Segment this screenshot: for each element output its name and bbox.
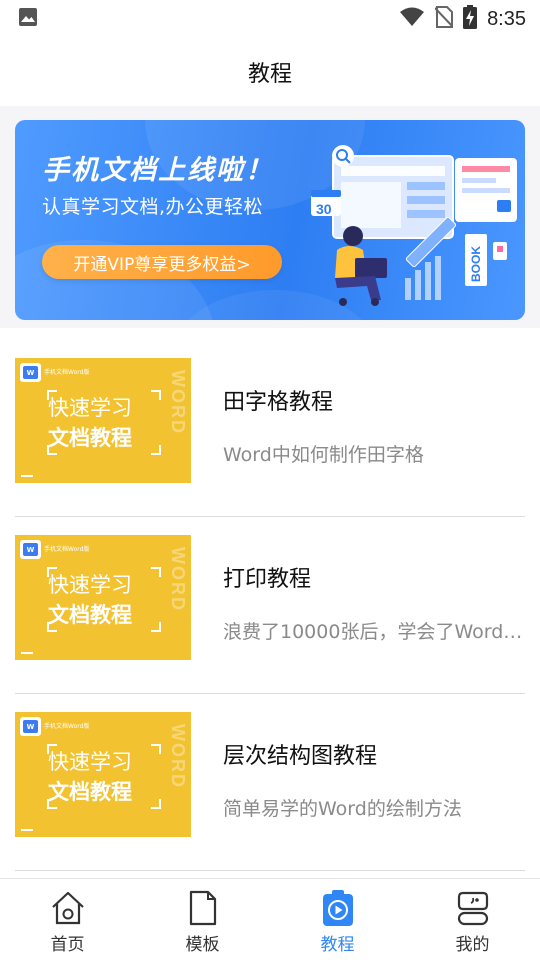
tutorial-thumbnail: W 手机文档Word版 WORD 快速学习 文档教程 <box>15 358 191 483</box>
page-header: 教程 <box>0 38 540 106</box>
word-logo-icon: W <box>20 363 41 382</box>
profile-icon <box>453 888 493 928</box>
thumbnail-line1: 快速学习 <box>48 396 132 420</box>
tutorial-item[interactable]: W 手机文档Word版 WORD 快速学习 文档教程 打印教程 浪费了10000… <box>15 517 525 694</box>
tutorial-title: 打印教程 <box>223 567 312 592</box>
tutorial-description: 简单易学的Word的绘制方法 <box>223 798 462 820</box>
nav-tutorials[interactable]: 教程 <box>270 879 405 960</box>
word-logo-icon: W <box>20 540 41 559</box>
document-icon <box>183 888 223 928</box>
thumbnail-brand: 手机文档Word版 <box>44 369 90 376</box>
tutorial-thumbnail: W 手机文档Word版 WORD 快速学习 文档教程 <box>15 712 191 837</box>
tutorial-item[interactable]: W 手机文档Word版 WORD 快速学习 文档教程 田字格教程 Word中如何… <box>15 340 525 517</box>
nav-templates-label: 模板 <box>185 935 220 955</box>
gallery-notification-icon <box>18 7 38 31</box>
tutorial-title: 田字格教程 <box>223 390 334 415</box>
banner-title: 手机文档上线啦！ <box>42 155 274 186</box>
nav-profile-label: 我的 <box>455 935 490 955</box>
page-title: 教程 <box>247 62 292 87</box>
thumbnail-brand: 手机文档Word版 <box>44 723 90 730</box>
calendar-badge-text: 30 <box>316 201 332 217</box>
tutorial-thumbnail: W 手机文档Word版 WORD 快速学习 文档教程 <box>15 535 191 660</box>
banner-subtitle: 认真学习文档,办公更轻松 <box>42 196 264 218</box>
battery-charging-icon <box>463 5 478 33</box>
thumbnail-brand: 手机文档Word版 <box>44 546 90 553</box>
banner-illustration: 30 BOOK <box>305 138 520 310</box>
vip-button[interactable]: 开通VIP尊享更多权益> <box>42 245 282 279</box>
tutorial-title: 层次结构图教程 <box>223 744 378 769</box>
wifi-icon <box>399 7 425 31</box>
thumbnail-line1: 快速学习 <box>48 573 132 597</box>
thumbnail-line2: 文档教程 <box>48 780 132 804</box>
nav-tutorials-label: 教程 <box>320 935 355 955</box>
nav-templates[interactable]: 模板 <box>135 879 270 960</box>
nav-home[interactable]: 首页 <box>0 879 135 960</box>
promo-banner[interactable]: 手机文档上线啦！ 认真学习文档,办公更轻松 开通VIP尊享更多权益> 30 BO… <box>15 120 525 320</box>
word-logo-icon: W <box>20 717 41 736</box>
status-bar: 8:35 <box>0 0 540 38</box>
status-time: 8:35 <box>487 7 526 30</box>
nav-home-label: 首页 <box>50 935 85 955</box>
bottom-nav: 首页 模板 教程 我的 <box>0 878 540 960</box>
tutorial-video-icon <box>318 888 358 928</box>
thumbnail-line1: 快速学习 <box>48 750 132 774</box>
tutorial-description: Word中如何制作田字格 <box>223 444 424 466</box>
home-icon <box>48 888 88 928</box>
banner-section: 手机文档上线啦！ 认真学习文档,办公更轻松 开通VIP尊享更多权益> 30 BO… <box>0 106 540 328</box>
tutorial-description: 浪费了10000张后，学会了Word打印技巧 <box>223 621 525 643</box>
tutorial-item[interactable]: W 手机文档Word版 WORD 快速学习 文档教程 层次结构图教程 简单易学的… <box>15 694 525 871</box>
book-label-text: BOOK <box>469 246 483 282</box>
thumbnail-line2: 文档教程 <box>48 426 132 450</box>
nav-profile[interactable]: 我的 <box>405 879 540 960</box>
no-sim-icon <box>434 6 454 32</box>
thumbnail-line2: 文档教程 <box>48 603 132 627</box>
